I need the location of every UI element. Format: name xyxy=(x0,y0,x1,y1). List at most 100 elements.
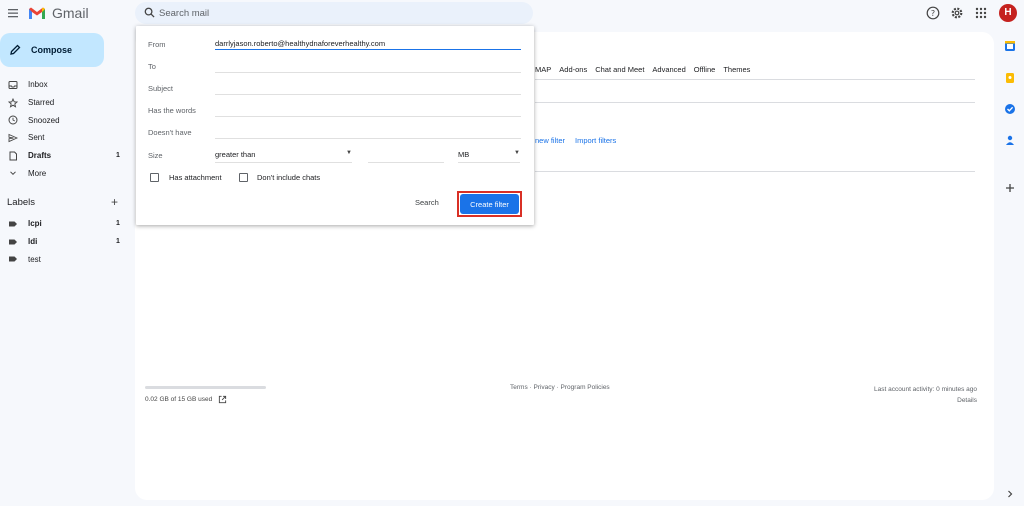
help-icon[interactable]: ? xyxy=(926,6,940,20)
compose-button[interactable]: Compose xyxy=(0,33,104,67)
subject-label: Subject xyxy=(148,84,174,93)
label-tag-icon xyxy=(9,256,17,262)
dont-include-chats-checkbox[interactable] xyxy=(239,173,248,182)
dropdown-arrow-icon: ▼ xyxy=(514,150,520,156)
create-new-filter-link[interactable]: new filter xyxy=(535,136,565,145)
last-activity-text: Last account activity: 0 minutes ago xyxy=(874,386,977,393)
size-label: Size xyxy=(148,151,163,160)
size-unit-value: MB xyxy=(458,150,470,159)
label-tag-icon xyxy=(9,221,17,227)
calendar-icon[interactable] xyxy=(1004,40,1016,52)
settings-tabs: MAP Add-ons Chat and Meet Advanced Offline Th… xyxy=(535,65,758,74)
tab-advanced[interactable]: Advanced xyxy=(652,65,685,74)
tasks-icon[interactable] xyxy=(1004,103,1016,115)
filter-links: new filter Import filters xyxy=(535,136,626,145)
menu-icon[interactable] xyxy=(7,7,19,19)
sidebar-nav: Inbox Starred Snoozed Sent Drafts 1 More xyxy=(0,76,130,182)
size-unit-select[interactable]: MB ▼ xyxy=(458,150,520,162)
to-field-underline xyxy=(215,72,521,73)
size-unit-underline xyxy=(458,162,520,163)
dont-include-chats-label: Don't include chats xyxy=(257,173,321,182)
label-item-ldi[interactable]: ldi 1 xyxy=(0,233,130,251)
has-words-field-underline xyxy=(215,116,521,117)
add-addon-icon[interactable] xyxy=(1004,182,1016,194)
inbox-icon xyxy=(8,81,18,89)
send-icon xyxy=(8,133,18,143)
top-bar: Gmail ? H xyxy=(0,0,1024,28)
size-comparator-value: greater than xyxy=(215,150,256,159)
sidebar-item-inbox[interactable]: Inbox xyxy=(0,76,130,94)
avatar[interactable]: H xyxy=(999,4,1017,22)
has-attachment-label: Has attachment xyxy=(169,173,222,182)
chevron-right-icon[interactable] xyxy=(1004,488,1016,500)
label-item-label: test xyxy=(28,254,41,264)
dropdown-arrow-icon: ▼ xyxy=(346,150,352,156)
size-value-field[interactable] xyxy=(368,150,444,162)
label-item-count: 1 xyxy=(116,220,120,228)
subject-field[interactable] xyxy=(215,82,521,94)
search-bar[interactable] xyxy=(135,2,533,24)
footer-policy-links[interactable]: Terms · Privacy · Program Policies xyxy=(510,384,610,391)
apps-grid-icon[interactable] xyxy=(974,6,988,20)
from-label: From xyxy=(148,40,166,49)
storage-usage-text: 0.02 GB of 15 GB used xyxy=(145,396,213,403)
doesnt-have-label: Doesn't have xyxy=(148,128,192,137)
label-item-test[interactable]: test xyxy=(0,250,130,268)
label-item-lcpi[interactable]: lcpi 1 xyxy=(0,215,130,233)
settings-gear-icon[interactable] xyxy=(950,6,964,20)
svg-text:?: ? xyxy=(931,9,935,18)
compose-label: Compose xyxy=(31,45,73,55)
tab-offline[interactable]: Offline xyxy=(694,65,716,74)
sidebar-item-label: Drafts xyxy=(28,151,52,161)
doesnt-have-field[interactable] xyxy=(215,126,521,138)
import-filters-link[interactable]: Import filters xyxy=(575,136,616,145)
gmail-m-icon xyxy=(29,7,45,19)
sidebar-item-label: Snoozed xyxy=(28,115,60,125)
external-link-icon[interactable] xyxy=(218,395,227,404)
divider xyxy=(535,171,975,172)
to-field[interactable] xyxy=(215,60,521,72)
search-button[interactable]: Search xyxy=(415,198,439,207)
add-label-button[interactable]: + xyxy=(111,195,118,209)
label-list: lcpi 1 ldi 1 test xyxy=(0,215,130,268)
pencil-icon xyxy=(10,44,21,55)
tab-chat-and-meet[interactable]: Chat and Meet xyxy=(595,65,644,74)
filter-dialog: From darrlyjason.roberto@healthydnaforev… xyxy=(136,26,534,225)
chevron-down-icon xyxy=(10,171,16,176)
to-label: To xyxy=(148,62,156,71)
sidebar-item-more[interactable]: More xyxy=(0,164,130,182)
size-comparator-underline xyxy=(215,162,352,163)
search-input[interactable] xyxy=(159,3,519,23)
contacts-icon[interactable] xyxy=(1004,134,1016,146)
labels-heading: Labels xyxy=(7,197,35,208)
search-icon[interactable] xyxy=(144,7,155,18)
subject-field-underline xyxy=(215,94,521,95)
draft-icon xyxy=(9,151,17,161)
label-tag-icon xyxy=(9,239,17,245)
sidebar-item-label: Inbox xyxy=(28,80,48,90)
sidebar-item-sent[interactable]: Sent xyxy=(0,129,130,147)
sidebar-item-drafts[interactable]: Drafts 1 xyxy=(0,147,130,165)
gmail-logo[interactable]: Gmail xyxy=(28,5,89,21)
tab-imap[interactable]: MAP xyxy=(535,65,551,74)
sidebar-item-label: Sent xyxy=(28,133,45,143)
sidebar-item-starred[interactable]: Starred xyxy=(0,94,130,112)
star-icon xyxy=(8,97,18,108)
has-attachment-checkbox[interactable] xyxy=(150,173,159,182)
label-item-label: ldi xyxy=(28,237,38,247)
details-link[interactable]: Details xyxy=(874,395,977,406)
tab-themes[interactable]: Themes xyxy=(723,65,750,74)
sidebar-item-label: More xyxy=(28,168,47,178)
app-name: Gmail xyxy=(52,5,89,21)
size-comparator-select[interactable]: greater than ▼ xyxy=(215,150,352,162)
has-words-field[interactable] xyxy=(215,104,521,116)
from-field[interactable]: darrlyjason.roberto@healthydnaforeverhea… xyxy=(215,39,385,48)
create-filter-button[interactable]: Create filter xyxy=(460,194,519,214)
divider xyxy=(535,79,975,80)
storage-usage-bar xyxy=(145,386,266,389)
keep-icon[interactable] xyxy=(1004,72,1016,84)
sidebar-item-snoozed[interactable]: Snoozed xyxy=(0,111,130,129)
tab-add-ons[interactable]: Add-ons xyxy=(559,65,587,74)
clock-icon xyxy=(8,115,18,125)
divider xyxy=(535,102,975,103)
